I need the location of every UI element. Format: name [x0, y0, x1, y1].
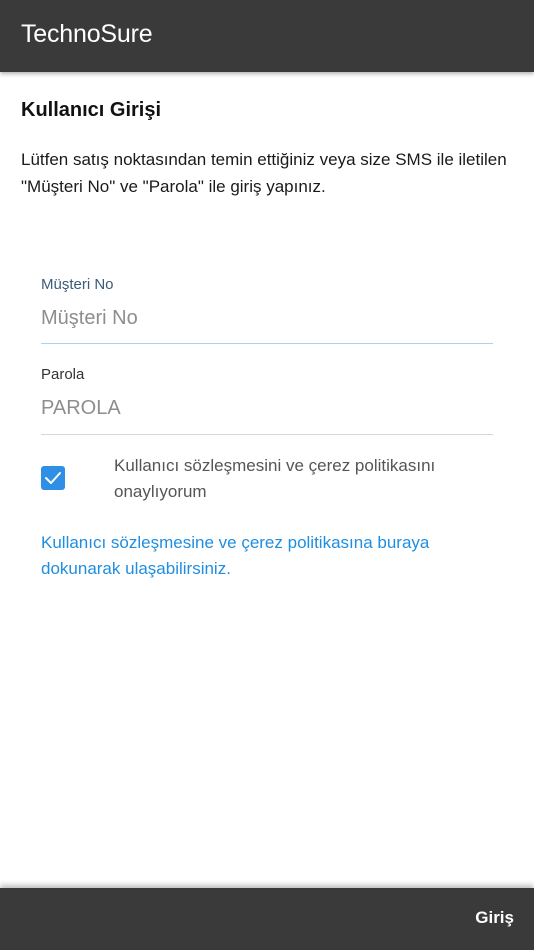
agreement-checkbox[interactable]	[41, 466, 65, 490]
customer-no-field: Müşteri No	[41, 275, 493, 344]
policy-link[interactable]: Kullanıcı sözleşmesine ve çerez politika…	[41, 530, 501, 582]
password-label: Parola	[41, 366, 85, 383]
login-button[interactable]: Giriş	[475, 906, 514, 930]
agreement-label: Kullanıcı sözleşmesini ve çerez politika…	[114, 456, 436, 501]
bottom-bar: Giriş	[0, 888, 534, 950]
password-field: Parola	[41, 365, 493, 435]
app-bar: TechnoSure	[0, 0, 534, 72]
agreement-row: Kullanıcı sözleşmesini ve çerez politika…	[41, 453, 511, 509]
app-title: TechnoSure	[21, 20, 153, 48]
page-title: Kullanıcı Girişi	[21, 99, 162, 121]
customer-no-label: Müşteri No	[41, 276, 114, 293]
intro-text: Lütfen satış noktasından temin ettiğiniz…	[21, 150, 507, 196]
password-input[interactable]	[41, 393, 493, 423]
check-icon	[45, 472, 61, 484]
customer-no-input[interactable]	[41, 303, 493, 333]
